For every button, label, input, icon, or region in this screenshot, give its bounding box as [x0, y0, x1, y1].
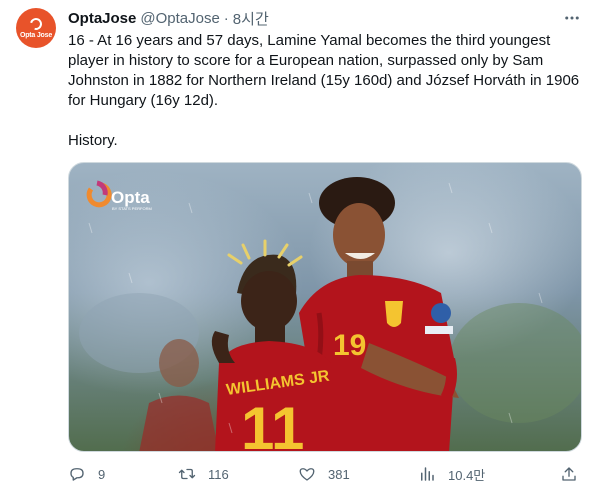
- reply-count: 9: [98, 466, 106, 482]
- back-shirt-number: 11: [241, 395, 304, 452]
- like-button[interactable]: 381: [298, 460, 350, 488]
- share-button[interactable]: [560, 460, 578, 488]
- opta-logo-subtext: BY STATS PERFORM: [112, 206, 152, 211]
- more-icon: [565, 16, 579, 20]
- retweet-icon: [178, 468, 196, 480]
- photo-illustration: Opta BY STATS PERFORM 19 WILLIAMS JR 11: [79, 177, 581, 452]
- retweet-count: 116: [208, 466, 229, 482]
- avatar[interactable]: Opta Jose: [16, 8, 56, 48]
- tweet-text: 16 - At 16 years and 57 days, Lamine Yam…: [68, 31, 582, 151]
- tweet-paragraph: 16 - At 16 years and 57 days, Lamine Yam…: [68, 32, 580, 109]
- avatar-text: Opta Jose: [19, 32, 53, 39]
- heart-icon: [299, 468, 315, 481]
- like-count: 381: [328, 466, 350, 482]
- opta-logo-text: Opta: [111, 188, 150, 207]
- retweet-button[interactable]: 116: [178, 460, 229, 488]
- tweet-header: OptaJose @OptaJose · 8시간: [68, 8, 269, 28]
- tweet[interactable]: Opta Jose OptaJose @OptaJose · 8시간 16 - …: [0, 0, 598, 496]
- front-shirt-number: 19: [333, 329, 366, 362]
- action-bar: 9 116 381 10.4만: [68, 460, 582, 488]
- views-icon: [421, 467, 434, 481]
- tweet-paragraph: History.: [68, 132, 118, 149]
- views-count: 10.4만: [448, 467, 486, 483]
- timestamp[interactable]: 8시간: [233, 8, 269, 29]
- display-name[interactable]: OptaJose: [68, 10, 136, 27]
- reply-button[interactable]: 9: [68, 460, 105, 488]
- handle[interactable]: @OptaJose: [140, 10, 219, 27]
- views-button[interactable]: 10.4만: [418, 460, 485, 488]
- reply-icon: [70, 468, 84, 481]
- opta-logo-icon: [27, 15, 45, 33]
- share-icon: [562, 467, 576, 481]
- tweet-photo[interactable]: Opta BY STATS PERFORM 19 WILLIAMS JR 11: [68, 162, 582, 452]
- more-button[interactable]: [562, 8, 582, 28]
- separator: ·: [223, 9, 229, 27]
- opta-watermark: Opta BY STATS PERFORM: [86, 180, 152, 211]
